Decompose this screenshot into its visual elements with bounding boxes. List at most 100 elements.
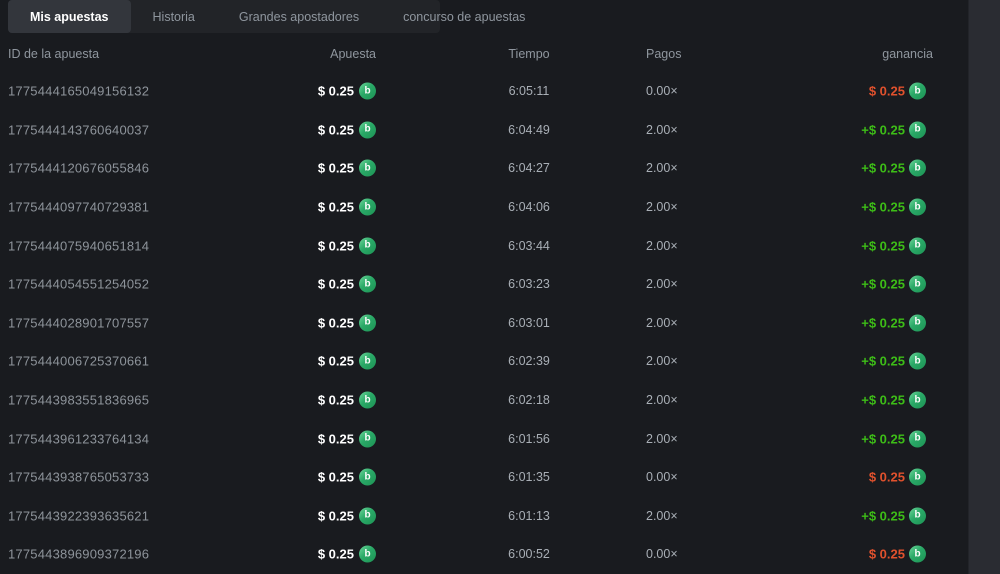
bet-id: 1775444028901707557: [8, 315, 150, 331]
bet-profit: +$ 0.25 b: [861, 430, 926, 448]
table-row: 1775444054551254052 $ 0.25 b 6:03:23 2.0…: [0, 265, 968, 304]
bet-profit: $ 0.25 b: [868, 468, 926, 486]
table-row: 1775443938765053733 $ 0.25 b 6:01:35 0.0…: [0, 458, 968, 497]
bet-amount: $ 0.25 b: [250, 275, 376, 293]
tab-grandes-apostadores[interactable]: Grandes apostadores: [217, 0, 381, 33]
bet-profit: +$ 0.25 b: [861, 198, 926, 216]
bet-id: 1775444054551254052: [8, 276, 150, 292]
bet-amount-value: $ 0.25: [317, 199, 354, 215]
green-coin-icon: b: [909, 352, 926, 370]
bet-time: 6:00:52: [508, 547, 550, 562]
column-header-payout: Pagos: [646, 47, 682, 61]
bet-amount-value: $ 0.25: [317, 83, 354, 99]
green-coin-icon: b: [909, 314, 926, 332]
green-coin-icon: b: [909, 468, 926, 486]
bet-payout: 2.00×: [646, 277, 678, 292]
bet-payout: 2.00×: [646, 354, 678, 369]
green-coin-icon: b: [909, 275, 926, 293]
tab-historia[interactable]: Historia: [131, 0, 217, 33]
bet-profit: +$ 0.25 b: [861, 507, 926, 525]
bet-profit: $ 0.25 b: [869, 545, 926, 563]
bet-profit: +$ 0.25 b: [861, 275, 926, 293]
bet-payout: 2.00×: [646, 508, 678, 523]
scroll-gutter[interactable]: [968, 0, 1000, 574]
tab-concurso-de-apuestas[interactable]: concurso de apuestas: [381, 0, 547, 33]
bet-profit-value: +$ 0.25: [861, 392, 905, 408]
bet-profit-value: +$ 0.25: [861, 276, 905, 292]
bet-profit-value: +$ 0.25: [861, 431, 905, 447]
bet-time: 6:03:44: [508, 238, 550, 253]
bet-profit: +$ 0.25 b: [861, 237, 926, 255]
table-row: 1775444120676055846 $ 0.25 b 6:04:27 2.0…: [0, 149, 968, 188]
bet-time: 6:04:49: [508, 122, 550, 137]
my-bets-panel: Mis apuestas Historia Grandes apostadore…: [0, 0, 1000, 574]
bet-amount: $ 0.25 b: [250, 352, 376, 370]
column-header-bet: Apuesta: [330, 47, 376, 61]
table-row: 1775443896909372196 $ 0.25 b 6:00:52 0.0…: [0, 535, 968, 574]
bets-tab-bar: Mis apuestas Historia Grandes apostadore…: [8, 0, 525, 33]
green-coin-icon: b: [359, 121, 376, 139]
green-coin-icon: b: [909, 198, 926, 216]
green-coin-icon: b: [359, 391, 376, 409]
green-coin-icon: b: [359, 275, 376, 293]
bet-time: 6:03:01: [508, 315, 550, 330]
bet-payout: 2.00×: [646, 431, 678, 446]
bet-id: 1775444143760640037: [8, 122, 150, 138]
bet-profit-value: $ 0.25: [868, 469, 905, 485]
bet-payout: 2.00×: [646, 122, 678, 137]
bet-profit: +$ 0.25 b: [861, 314, 926, 332]
bet-profit: +$ 0.25 b: [861, 121, 926, 139]
bets-table-header: ID de la apuesta Apuesta Tiempo Pagos ga…: [0, 47, 968, 63]
table-row: 1775444097740729381 $ 0.25 b 6:04:06 2.0…: [0, 188, 968, 227]
bet-amount: $ 0.25 b: [250, 391, 376, 409]
bet-profit: +$ 0.25 b: [861, 159, 926, 177]
green-coin-icon: b: [909, 121, 926, 139]
bet-payout: 2.00×: [646, 161, 678, 176]
green-coin-icon: b: [909, 391, 926, 409]
bet-time: 6:04:27: [508, 161, 550, 176]
bet-payout: 0.00×: [646, 547, 678, 562]
green-coin-icon: b: [359, 430, 376, 448]
bet-profit-value: +$ 0.25: [861, 122, 905, 138]
column-header-bet-id: ID de la apuesta: [8, 47, 100, 61]
bet-amount-value: $ 0.25: [317, 238, 354, 254]
bet-id: 1775443938765053733: [8, 469, 150, 485]
bet-time: 6:01:35: [508, 470, 550, 485]
bet-amount: $ 0.25 b: [250, 545, 376, 563]
green-coin-icon: b: [909, 545, 926, 563]
bet-profit-value: +$ 0.25: [861, 508, 905, 524]
bet-profit: +$ 0.25 b: [861, 391, 926, 409]
bet-amount: $ 0.25 b: [250, 159, 376, 177]
bet-profit-value: +$ 0.25: [861, 238, 905, 254]
bet-amount-value: $ 0.25: [317, 315, 354, 331]
table-row: 1775443922393635621 $ 0.25 b 6:01:13 2.0…: [0, 497, 968, 536]
bet-profit: $ 0.25 b: [869, 82, 926, 100]
bet-payout: 0.00×: [646, 470, 678, 485]
bet-profit-value: +$ 0.25: [861, 199, 905, 215]
green-coin-icon: b: [909, 237, 926, 255]
table-row: 1775444165049156132 $ 0.25 b 6:05:11 0.0…: [0, 72, 968, 111]
green-coin-icon: b: [909, 159, 926, 177]
table-row: 1775444075940651814 $ 0.25 b 6:03:44 2.0…: [0, 226, 968, 265]
green-coin-icon: b: [359, 237, 376, 255]
bet-time: 6:01:13: [508, 508, 550, 523]
green-coin-icon: b: [909, 430, 926, 448]
bet-payout: 2.00×: [646, 238, 678, 253]
green-coin-icon: b: [359, 507, 376, 525]
bets-table-body: 1775444165049156132 $ 0.25 b 6:05:11 0.0…: [0, 72, 968, 574]
table-row: 1775444006725370661 $ 0.25 b 6:02:39 2.0…: [0, 342, 968, 381]
bet-id: 1775444120676055846: [8, 160, 150, 176]
green-coin-icon: b: [359, 352, 376, 370]
green-coin-icon: b: [359, 314, 376, 332]
tab-mis-apuestas[interactable]: Mis apuestas: [8, 0, 131, 33]
bet-amount: $ 0.25 b: [250, 314, 376, 332]
bet-id: 1775443983551836965: [8, 392, 150, 408]
table-row: 1775444028901707557 $ 0.25 b 6:03:01 2.0…: [0, 304, 968, 343]
bet-amount-value: $ 0.25: [317, 122, 354, 138]
bet-amount-value: $ 0.25: [317, 160, 354, 176]
bet-amount: $ 0.25 b: [250, 507, 376, 525]
bet-amount: $ 0.25 b: [250, 237, 376, 255]
bet-profit: +$ 0.25 b: [861, 352, 926, 370]
bet-id: 1775444097740729381: [8, 199, 150, 215]
bet-amount: $ 0.25 b: [250, 82, 376, 100]
